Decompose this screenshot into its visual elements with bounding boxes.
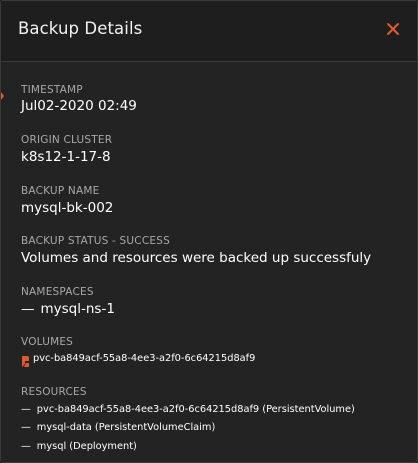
resource-item: — pvc-ba849acf-55a8-4ee3-a2f0-6c64215d8af… [21,404,355,415]
resource-item-label: pvc-ba849acf-55a8-4ee3-a2f0-6c64215d8af9… [36,404,355,415]
backup-name-value: mysql-bk-002 [21,200,114,216]
resource-item: — mysql-data (PersistentVolumeClaim) [21,422,215,433]
namespace-item: — mysql-ns-1 [21,301,115,317]
dialog-title: Backup Details [18,19,143,38]
dash-glyph: — [21,301,35,317]
namespace-item-label: mysql-ns-1 [40,301,115,317]
origin-cluster-value: k8s12-1-17-8 [21,149,111,165]
timestamp-value: Jul02-2020 02:49 [21,98,137,114]
close-icon[interactable] [385,21,401,37]
backup-status-label: BACKUP STATUS - SUCCESS [21,235,170,247]
origin-cluster-label: ORIGIN CLUSTER [21,134,113,146]
edge-indicator-icon [1,85,4,100]
dash-glyph: — [21,404,31,415]
backup-details-dialog: Backup Details TIMESTAMP Jul02-2020 02:4… [0,0,418,463]
resource-item: — mysql (Deployment) [21,441,137,452]
backup-status-value: Volumes and resources were backed up suc… [21,250,372,266]
resources-label: RESOURCES [21,386,87,398]
resource-item-label: mysql-data (PersistentVolumeClaim) [36,422,216,433]
timestamp-label: TIMESTAMP [21,84,83,96]
volume-name: pvc-ba849acf-55a8-4ee3-a2f0-6c64215d8af9 [33,353,256,364]
volumes-label: VOLUMES [21,336,74,348]
dialog-header: Backup Details [1,1,417,62]
namespaces-label: NAMESPACES [21,286,94,298]
dash-glyph: — [21,422,31,433]
resource-item-label: mysql (Deployment) [36,441,137,452]
dash-glyph: — [21,441,31,452]
volume-icon [21,353,30,367]
backup-name-label: BACKUP NAME [21,185,100,197]
